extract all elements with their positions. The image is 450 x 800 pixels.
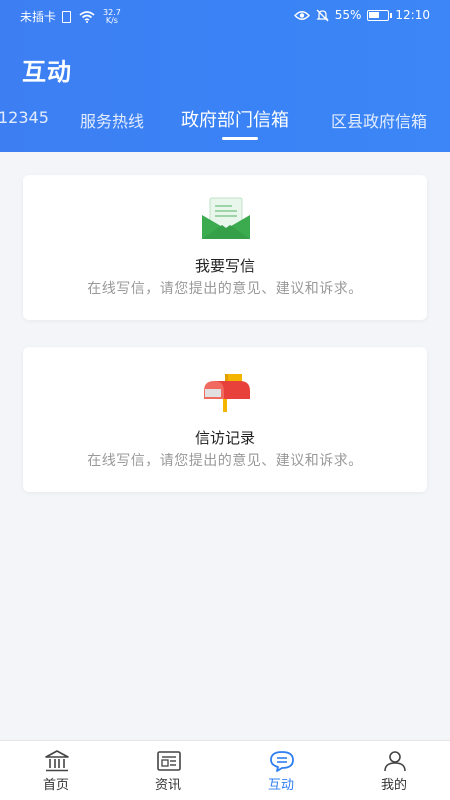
eye-icon — [293, 10, 310, 20]
nav-label: 互动 — [267, 778, 294, 793]
carrier-label: 未插卡 — [20, 10, 57, 24]
clock: 12:10 — [395, 8, 430, 22]
card-description: 在线写信，请您提出的意见、建议和诉求。 — [87, 281, 363, 297]
tab-service-hotline[interactable]: 服务热线 — [80, 108, 144, 132]
bell-off-icon — [316, 9, 329, 21]
petition-records-card[interactable]: 信访记录 在线写信，请您提出的意见、建议和诉求。 — [23, 347, 427, 492]
nav-label: 资讯 — [154, 778, 181, 793]
header: 未插卡 32.7 K/s 55% 12:10 互动 12345 服务热线 政府部… — [0, 0, 450, 152]
status-bar: 未插卡 32.7 K/s 55% 12:10 — [0, 0, 450, 32]
news-icon — [157, 751, 181, 771]
user-icon — [384, 751, 406, 772]
bottom-nav: 首页 资讯 互动 我的 — [0, 740, 450, 800]
page-title: 互动 — [22, 58, 72, 86]
tab-bar: 12345 服务热线 政府部门信箱 区县政府信箱 — [0, 108, 450, 152]
nav-item-news[interactable]: 资讯 — [112, 741, 224, 800]
tab-district-mailbox[interactable]: 区县政府信箱 — [331, 108, 427, 132]
tab-government-mailbox[interactable]: 政府部门信箱 — [181, 106, 289, 132]
card-title: 信访记录 — [194, 429, 255, 447]
net-speed-unit: K/s — [105, 15, 118, 25]
status-left: 未插卡 32.7 K/s — [20, 8, 121, 25]
nav-item-home[interactable]: 首页 — [0, 741, 112, 800]
wifi-icon — [79, 10, 95, 23]
nav-label: 我的 — [380, 778, 407, 793]
envelope-icon — [202, 197, 250, 239]
battery-percent: 55% — [334, 8, 362, 22]
nav-label: 首页 — [42, 778, 69, 793]
card-description: 在线写信，请您提出的意见、建议和诉求。 — [87, 453, 363, 469]
card-title: 我要写信 — [194, 257, 255, 275]
net-speed: 32.7 K/s — [103, 8, 121, 25]
nav-item-interaction[interactable]: 互动 — [225, 741, 337, 800]
battery-icon — [367, 9, 393, 21]
chat-icon — [270, 751, 294, 772]
bank-icon — [45, 750, 69, 772]
mailbox-icon — [204, 374, 250, 412]
write-letter-card[interactable]: 我要写信 在线写信，请您提出的意见、建议和诉求。 — [23, 175, 427, 320]
tab-active-indicator — [222, 137, 258, 140]
status-right: 55% 12:10 — [293, 8, 430, 22]
tab-12345[interactable]: 12345 — [0, 108, 49, 127]
sim-icon — [62, 10, 72, 23]
nav-item-mine[interactable]: 我的 — [338, 741, 450, 800]
